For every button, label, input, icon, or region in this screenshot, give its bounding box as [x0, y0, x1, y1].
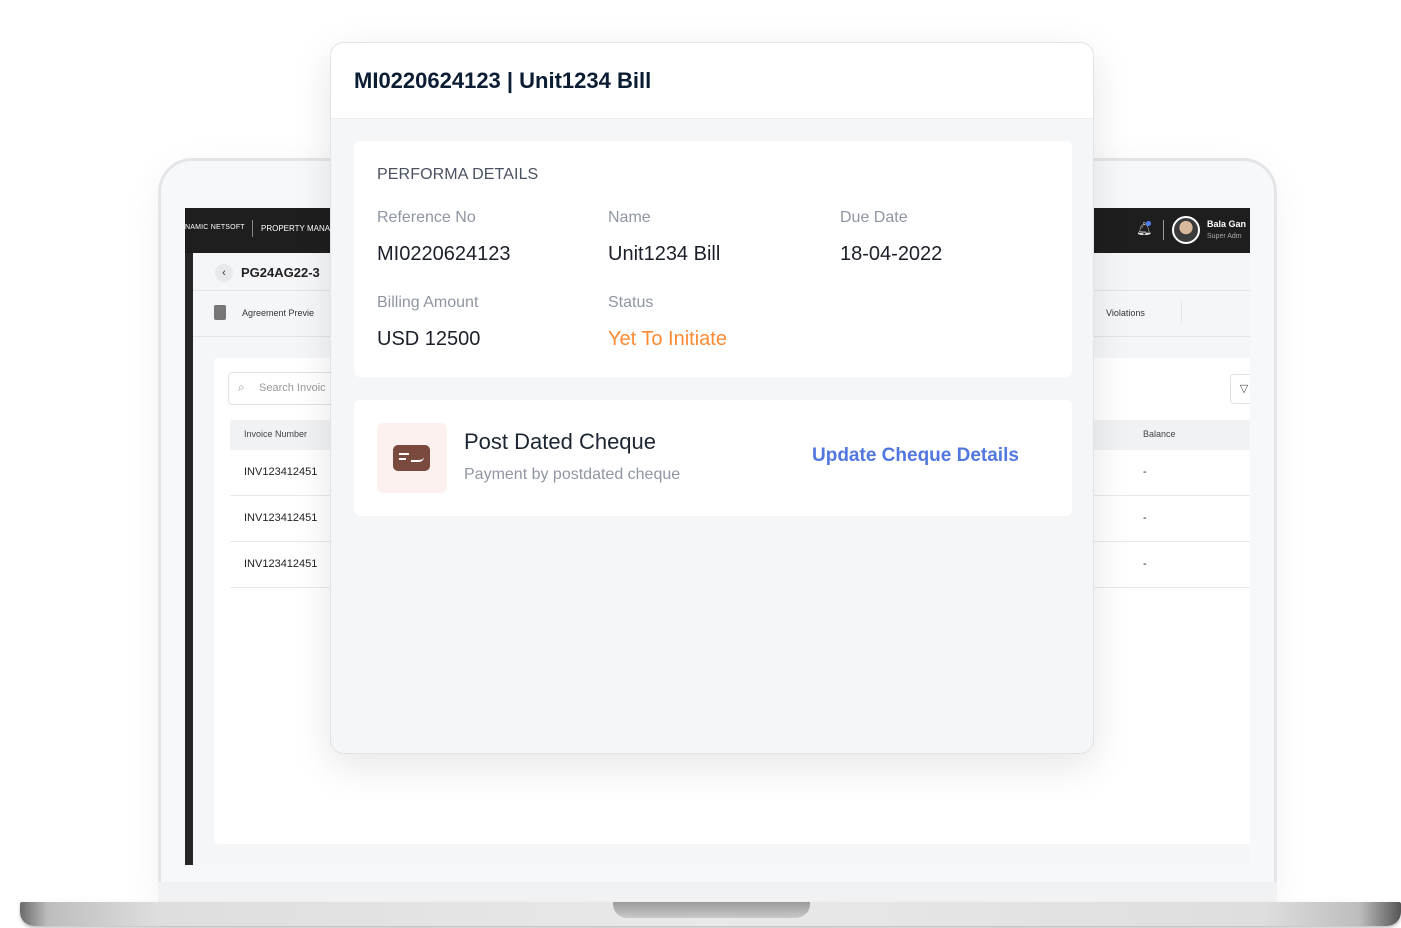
name-value: Unit1234 Bill — [608, 243, 721, 265]
name-label: Name — [608, 209, 651, 226]
cheque-icon — [393, 445, 430, 471]
due-date-label: Due Date — [840, 209, 908, 226]
invoice-number: INV123412451 — [244, 512, 318, 524]
user-divider — [1163, 220, 1164, 240]
invoice-number: INV123412451 — [244, 466, 318, 478]
brand-logo: NAMIC NETSOFT — [185, 224, 245, 231]
more-icon[interactable]: ⋮ — [1246, 508, 1250, 524]
module-name[interactable]: PROPERTY MANA — [261, 224, 330, 233]
more-icon[interactable]: ⋮ — [1246, 554, 1250, 570]
user-role: Super Adm — [1207, 233, 1242, 240]
status-badge: Yet To Initiate — [608, 328, 727, 350]
payment-method-card: Post Dated Cheque Payment by postdated c… — [354, 400, 1072, 516]
billing-amount-label: Billing Amount — [377, 294, 479, 311]
invoice-number: INV123412451 — [244, 558, 318, 570]
performa-details-card: PERFORMA DETAILS Reference No MI02206241… — [354, 141, 1072, 377]
back-icon[interactable]: ‹ — [215, 264, 233, 282]
payment-method-title: Post Dated Cheque — [464, 429, 657, 454]
tab-violations[interactable]: Violations — [1106, 308, 1145, 318]
reference-value: MI0220624123 — [377, 243, 511, 265]
more-icon[interactable]: ⋮ — [1246, 462, 1250, 478]
balance-value: - — [1143, 558, 1147, 570]
column-balance[interactable]: Balance — [1143, 429, 1176, 439]
due-date-value: 18-04-2022 — [840, 243, 943, 265]
modal-title: MI0220624123 | Unit1234 Bill — [354, 68, 652, 93]
status-label: Status — [608, 294, 654, 311]
bill-modal: MI0220624123 | Unit1234 Bill PERFORMA DE… — [330, 42, 1094, 754]
payment-method-subtitle: Payment by postdated cheque — [464, 466, 681, 483]
document-icon — [214, 305, 226, 320]
search-placeholder: Search Invoic — [259, 382, 326, 394]
brand-divider — [252, 220, 253, 237]
user-name[interactable]: Bala Gan — [1207, 219, 1246, 229]
tab-divider — [1181, 301, 1182, 323]
column-invoice-number[interactable]: Invoice Number — [244, 429, 307, 439]
balance-value: - — [1143, 512, 1147, 524]
avatar[interactable] — [1172, 216, 1200, 244]
page-title: PG24AG22-3 — [241, 265, 320, 280]
billing-amount-value: USD 12500 — [377, 328, 481, 350]
filter-icon[interactable]: ▽ — [1230, 374, 1250, 404]
search-icon: ⌕ — [238, 380, 245, 394]
update-cheque-details-link[interactable]: Update Cheque Details — [812, 445, 1019, 467]
notification-dot — [1146, 221, 1151, 226]
left-rail — [185, 253, 193, 865]
reference-label: Reference No — [377, 209, 476, 226]
balance-value: - — [1143, 466, 1147, 478]
tab-agreement-preview[interactable]: Agreement Previe — [242, 308, 314, 318]
modal-header: MI0220624123 | Unit1234 Bill — [331, 43, 1093, 119]
laptop-notch — [613, 902, 810, 918]
laptop-chin — [158, 882, 1277, 902]
cheque-icon-box — [377, 423, 447, 493]
section-title: PERFORMA DETAILS — [377, 166, 539, 183]
